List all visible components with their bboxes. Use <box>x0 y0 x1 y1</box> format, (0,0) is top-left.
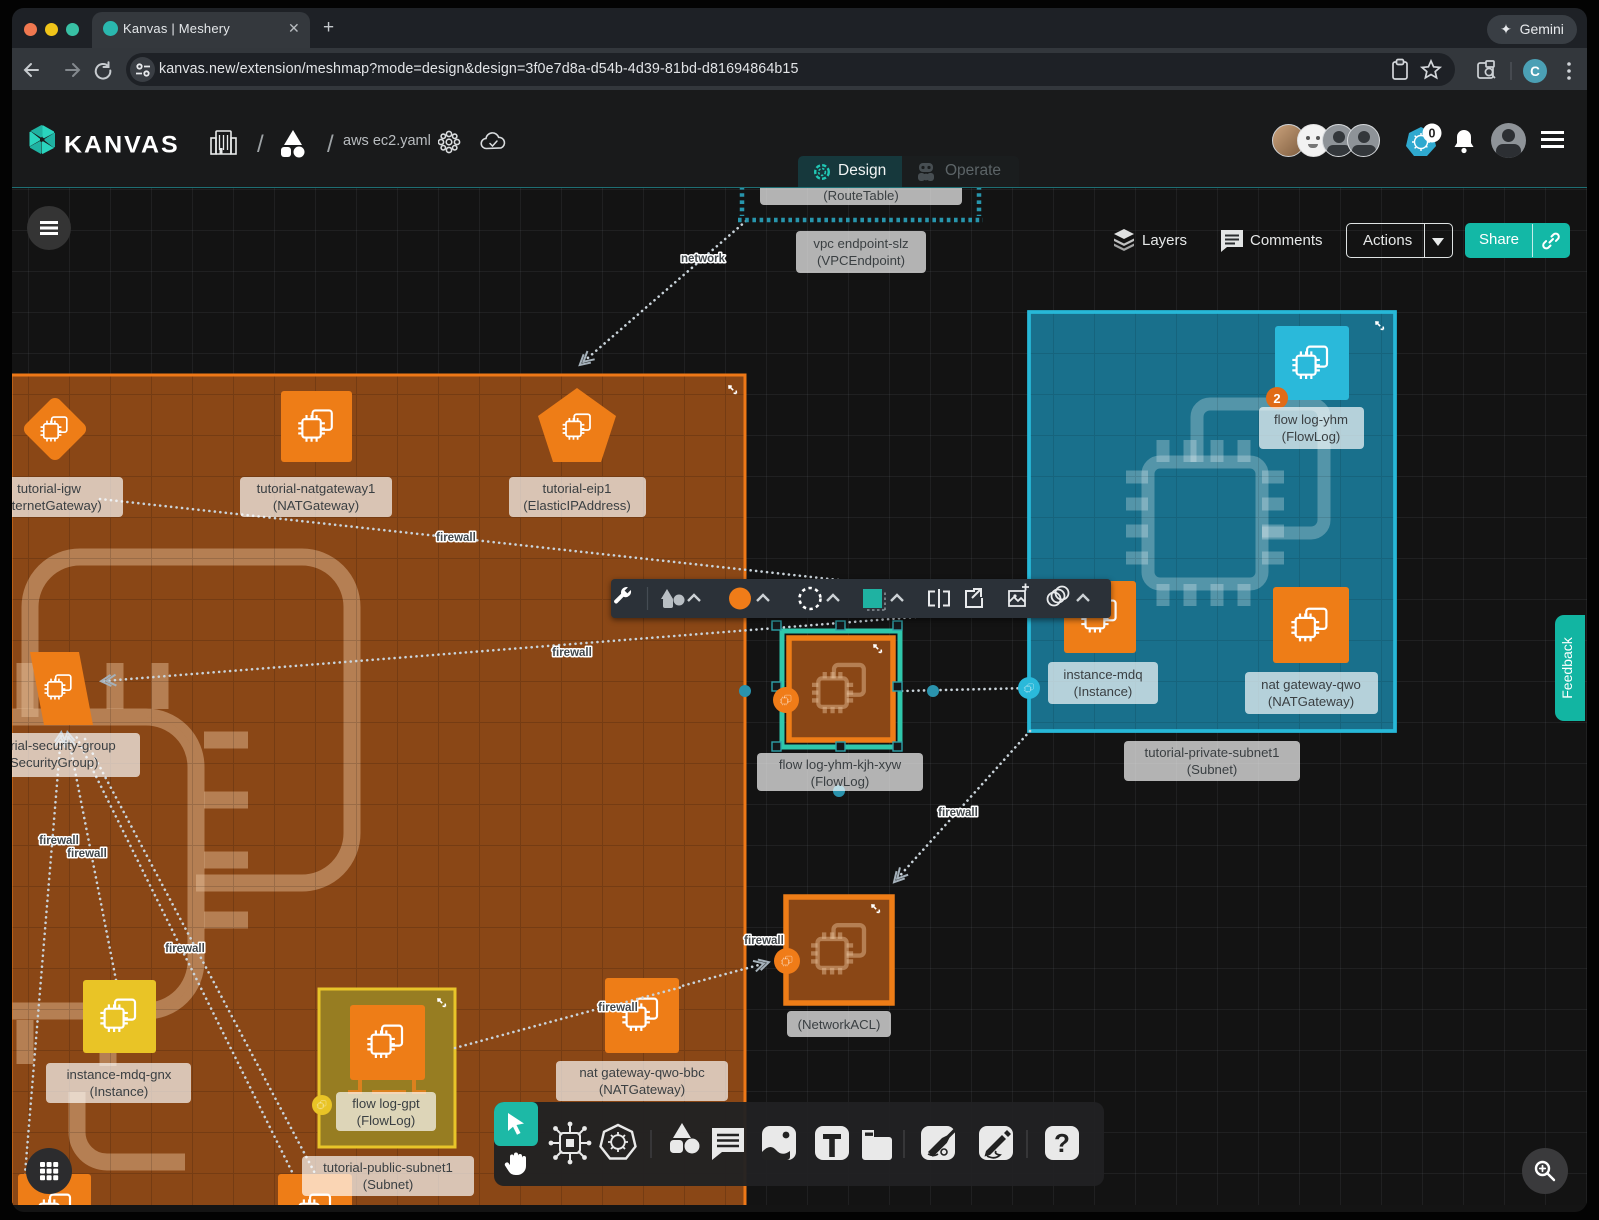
svg-text:tutorial-eip1: tutorial-eip1 <box>543 481 612 496</box>
svg-text:C: C <box>1530 64 1540 79</box>
svg-text:instance-mdq-gnx: instance-mdq-gnx <box>67 1067 172 1082</box>
svg-text:firewall: firewall <box>39 835 79 847</box>
svg-text:0: 0 <box>1429 127 1436 141</box>
svg-text:flow log-yhm-kjh-xyw: flow log-yhm-kjh-xyw <box>779 757 902 772</box>
svg-text:(NATGateway): (NATGateway) <box>1268 694 1354 709</box>
svg-text:(SecurityGroup): (SecurityGroup) <box>12 755 99 770</box>
svg-text:(Instance): (Instance) <box>1074 684 1133 699</box>
svg-text:firewall: firewall <box>436 532 476 544</box>
svg-text:(FlowLog): (FlowLog) <box>1282 429 1341 444</box>
svg-text:network: network <box>681 253 726 265</box>
svg-text:instance-mdq: instance-mdq <box>1063 667 1142 682</box>
svg-text:nat gateway-qwo: nat gateway-qwo <box>1261 677 1361 692</box>
svg-text:tutorial-private-subnet1: tutorial-private-subnet1 <box>1145 745 1280 760</box>
svg-text:/: / <box>257 131 264 158</box>
svg-text:flow log-yhm: flow log-yhm <box>1274 412 1348 427</box>
svg-text:(VPCEndpoint): (VPCEndpoint) <box>817 253 905 268</box>
svg-text:firewall: firewall <box>598 1002 638 1014</box>
svg-text:firewall: firewall <box>165 943 205 955</box>
svg-text:firewall: firewall <box>552 647 592 659</box>
svg-text:2: 2 <box>1273 391 1280 406</box>
svg-text:(RouteTable): (RouteTable) <box>823 188 899 203</box>
svg-text:nat gateway-qwo-bbc: nat gateway-qwo-bbc <box>579 1065 705 1080</box>
svg-text:/: / <box>327 131 334 158</box>
svg-text:tutorial-security-group: tutorial-security-group <box>12 738 116 753</box>
svg-text:(Subnet): (Subnet) <box>1187 762 1238 777</box>
svg-text:firewall: firewall <box>938 807 978 819</box>
svg-text:(Subnet): (Subnet) <box>363 1177 414 1192</box>
svg-text:(ElasticIPAddress): (ElasticIPAddress) <box>523 498 630 513</box>
svg-text:flow log-gpt: flow log-gpt <box>352 1096 420 1111</box>
svg-text:(Instance): (Instance) <box>90 1084 149 1099</box>
svg-text:tutorial-igw: tutorial-igw <box>17 481 81 496</box>
svg-text:firewall: firewall <box>67 848 107 860</box>
svg-text:tutorial-natgateway1: tutorial-natgateway1 <box>257 481 376 496</box>
svg-text:(FlowLog): (FlowLog) <box>811 774 870 789</box>
svg-text:(InternetGateway): (InternetGateway) <box>12 498 102 513</box>
svg-text:(NATGateway): (NATGateway) <box>599 1082 685 1097</box>
svg-text:firewall: firewall <box>744 935 784 947</box>
svg-text:vpc endpoint-slz: vpc endpoint-slz <box>813 236 908 251</box>
svg-text:(FlowLog): (FlowLog) <box>357 1113 416 1128</box>
svg-text:tutorial-public-subnet1: tutorial-public-subnet1 <box>323 1160 453 1175</box>
svg-text:(NetworkACL): (NetworkACL) <box>798 1017 881 1032</box>
svg-text:(NATGateway): (NATGateway) <box>273 498 359 513</box>
svg-text:?: ? <box>1054 1128 1070 1158</box>
